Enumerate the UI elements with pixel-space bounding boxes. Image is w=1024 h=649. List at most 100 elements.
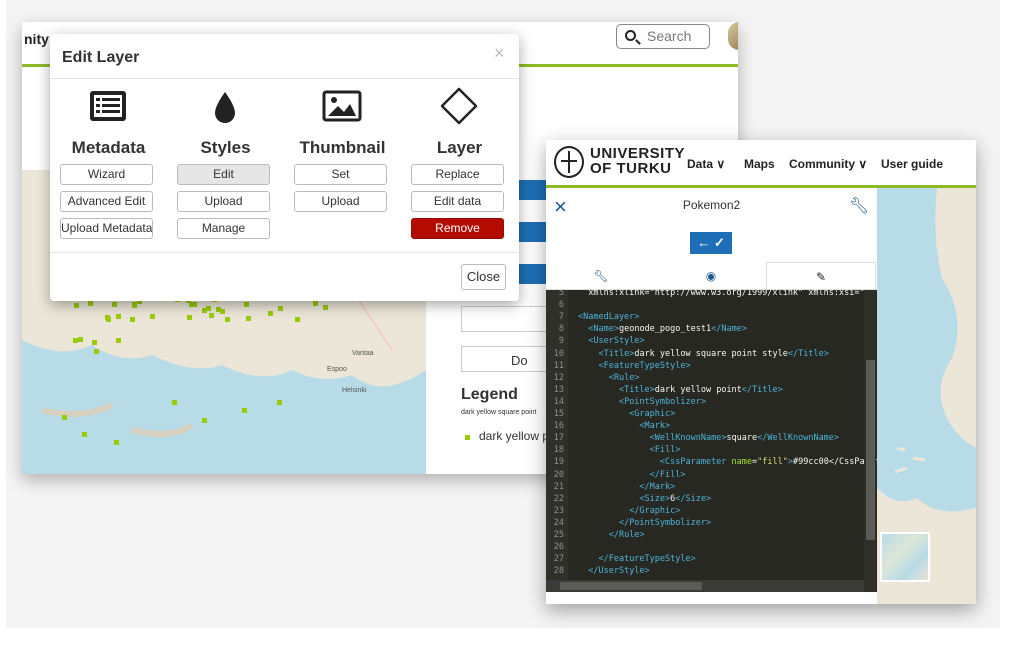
line-text: </PointSymbolizer> xyxy=(618,517,712,528)
map-point xyxy=(114,440,119,445)
code-line: 22 <Size>6</Size> xyxy=(546,494,711,506)
line-number: 22 xyxy=(553,493,564,504)
styles-upload-button[interactable]: Upload xyxy=(177,191,270,212)
line-text: </Fill> xyxy=(649,469,686,480)
line-text: <Mark> xyxy=(639,421,671,432)
search-icon xyxy=(625,30,636,41)
layer-edit-data-button[interactable]: Edit data xyxy=(411,191,504,212)
map-point xyxy=(87,301,93,307)
line-text: <UserStyle> xyxy=(588,336,645,347)
map-point xyxy=(246,316,252,322)
avatar[interactable] xyxy=(728,22,738,50)
line-number: 10 xyxy=(553,348,564,359)
map-point xyxy=(172,400,177,405)
line-text: <WellKnownName>square</WellKnownName> xyxy=(649,433,840,444)
code-line: 12 <Rule> xyxy=(546,372,640,385)
code-line: 25 </Rule> xyxy=(546,530,645,542)
code-line: 26 xyxy=(546,542,578,554)
nav-maps[interactable]: Maps xyxy=(744,157,775,171)
code-line: 16 <Mark> xyxy=(546,421,670,433)
code-line: 9 <UserStyle> xyxy=(546,336,645,348)
map-point xyxy=(72,338,78,344)
code-line: 19 <CssParameter name="fill">#99cc00</Cs… xyxy=(546,457,877,469)
styles-manage-button[interactable]: Manage xyxy=(177,218,270,239)
eye-icon: ◉ xyxy=(705,269,717,283)
styles-title: Styles xyxy=(200,138,251,157)
style-editor-window: UNIVERSITY OF TURKU Data ∨ Maps Communit… xyxy=(546,140,976,604)
line-number: 17 xyxy=(553,433,564,444)
map-point xyxy=(187,315,193,321)
nav-brand-partial[interactable]: nity xyxy=(24,31,49,47)
metadata-advanced-edit-button[interactable]: Advanced Edit xyxy=(60,191,153,212)
code-line: 18 <Fill> xyxy=(546,445,681,457)
metadata-column: Metadata Wizard Advanced Edit Upload Met… xyxy=(50,86,167,246)
line-number: 26 xyxy=(553,542,564,553)
search-placeholder: Search xyxy=(647,28,692,44)
line-text: </FeatureTypeStyle> xyxy=(598,554,696,565)
layer-replace-button[interactable]: Replace xyxy=(411,164,504,185)
legend-title: Legend xyxy=(461,386,518,403)
university-seal-icon xyxy=(554,146,584,178)
map-point xyxy=(82,432,87,437)
modal-divider-top xyxy=(50,78,519,79)
vertical-scroll-thumb[interactable] xyxy=(866,360,875,540)
code-line: 10 <Title>dark yellow square point style… xyxy=(546,349,829,361)
map-point xyxy=(209,313,215,319)
map-point xyxy=(277,400,282,405)
line-text: <Rule> xyxy=(608,372,640,383)
styles-edit-button[interactable]: Edit xyxy=(177,164,270,185)
close-button[interactable]: Close xyxy=(461,264,506,290)
line-number: 7 xyxy=(558,312,564,323)
line-text: <Fill> xyxy=(649,445,681,456)
image-icon xyxy=(322,90,362,122)
sidebar-download-label: Do xyxy=(511,353,528,368)
line-text: </Graphic> xyxy=(629,505,681,516)
map-label-vantaa: Vantaa xyxy=(352,350,374,357)
code-line: 14 <PointSymbolizer> xyxy=(546,397,706,409)
map-point xyxy=(93,348,99,354)
thumbnail-set-button[interactable]: Set xyxy=(294,164,387,185)
legend-swatch-icon xyxy=(465,435,470,440)
map-point xyxy=(116,337,122,343)
line-number: 11 xyxy=(553,360,564,371)
layer-remove-button[interactable]: Remove xyxy=(411,218,504,239)
map-point xyxy=(106,316,112,322)
line-number: 6 xyxy=(558,300,564,311)
line-text: <Graphic> xyxy=(629,409,676,419)
map-point xyxy=(220,309,226,315)
code-line: 8 <Name>geonode_pogo_test1</Name> xyxy=(546,324,747,336)
thumbnail-column: Thumbnail Set Upload xyxy=(284,86,401,246)
tab-preview[interactable]: ◉ xyxy=(656,262,766,290)
search-input[interactable]: Search xyxy=(616,24,710,49)
map-overview-thumbnail[interactable] xyxy=(880,532,930,582)
nav-data[interactable]: Data ∨ xyxy=(687,157,725,171)
line-number: 16 xyxy=(553,421,564,432)
metadata-wizard-button[interactable]: Wizard xyxy=(60,164,153,185)
map-point xyxy=(91,340,97,346)
line-text: xmlns:xlink="http://www.w3.org/1999/xlin… xyxy=(578,290,875,298)
logo-line-2[interactable]: OF TURKU xyxy=(590,160,672,177)
line-number: 18 xyxy=(553,445,564,456)
map-point xyxy=(206,305,212,311)
thumbnail-upload-button[interactable]: Upload xyxy=(294,191,387,212)
layer-title: Layer xyxy=(436,138,483,157)
map-point xyxy=(242,408,247,413)
nav-user-guide[interactable]: User guide xyxy=(881,157,943,171)
horizontal-scroll-thumb[interactable] xyxy=(560,582,702,590)
sld-code-editor[interactable]: 5 xmlns:xlink="http://www.w3.org/1999/xl… xyxy=(546,290,877,592)
code-line: 17 <WellKnownName>square</WellKnownName> xyxy=(546,433,839,445)
line-text: </UserStyle> xyxy=(588,566,650,577)
metadata-upload-button[interactable]: Upload Metadata xyxy=(60,218,153,239)
map-point xyxy=(191,301,197,307)
map-point xyxy=(323,304,329,310)
back-confirm-button[interactable]: ← ✓ xyxy=(690,232,732,254)
tab-settings[interactable]: 🔧︎ xyxy=(546,262,656,290)
map-point xyxy=(116,314,122,320)
wrench-icon[interactable]: 🔧︎ xyxy=(849,196,869,216)
nav-community[interactable]: Community ∨ xyxy=(789,157,867,171)
map-point xyxy=(130,316,136,322)
code-line: 20 </Fill> xyxy=(546,470,686,482)
modal-close-icon[interactable]: × xyxy=(494,43,505,64)
tab-code[interactable]: ✎ xyxy=(766,262,876,290)
line-text: <FeatureTypeStyle> xyxy=(598,360,691,371)
